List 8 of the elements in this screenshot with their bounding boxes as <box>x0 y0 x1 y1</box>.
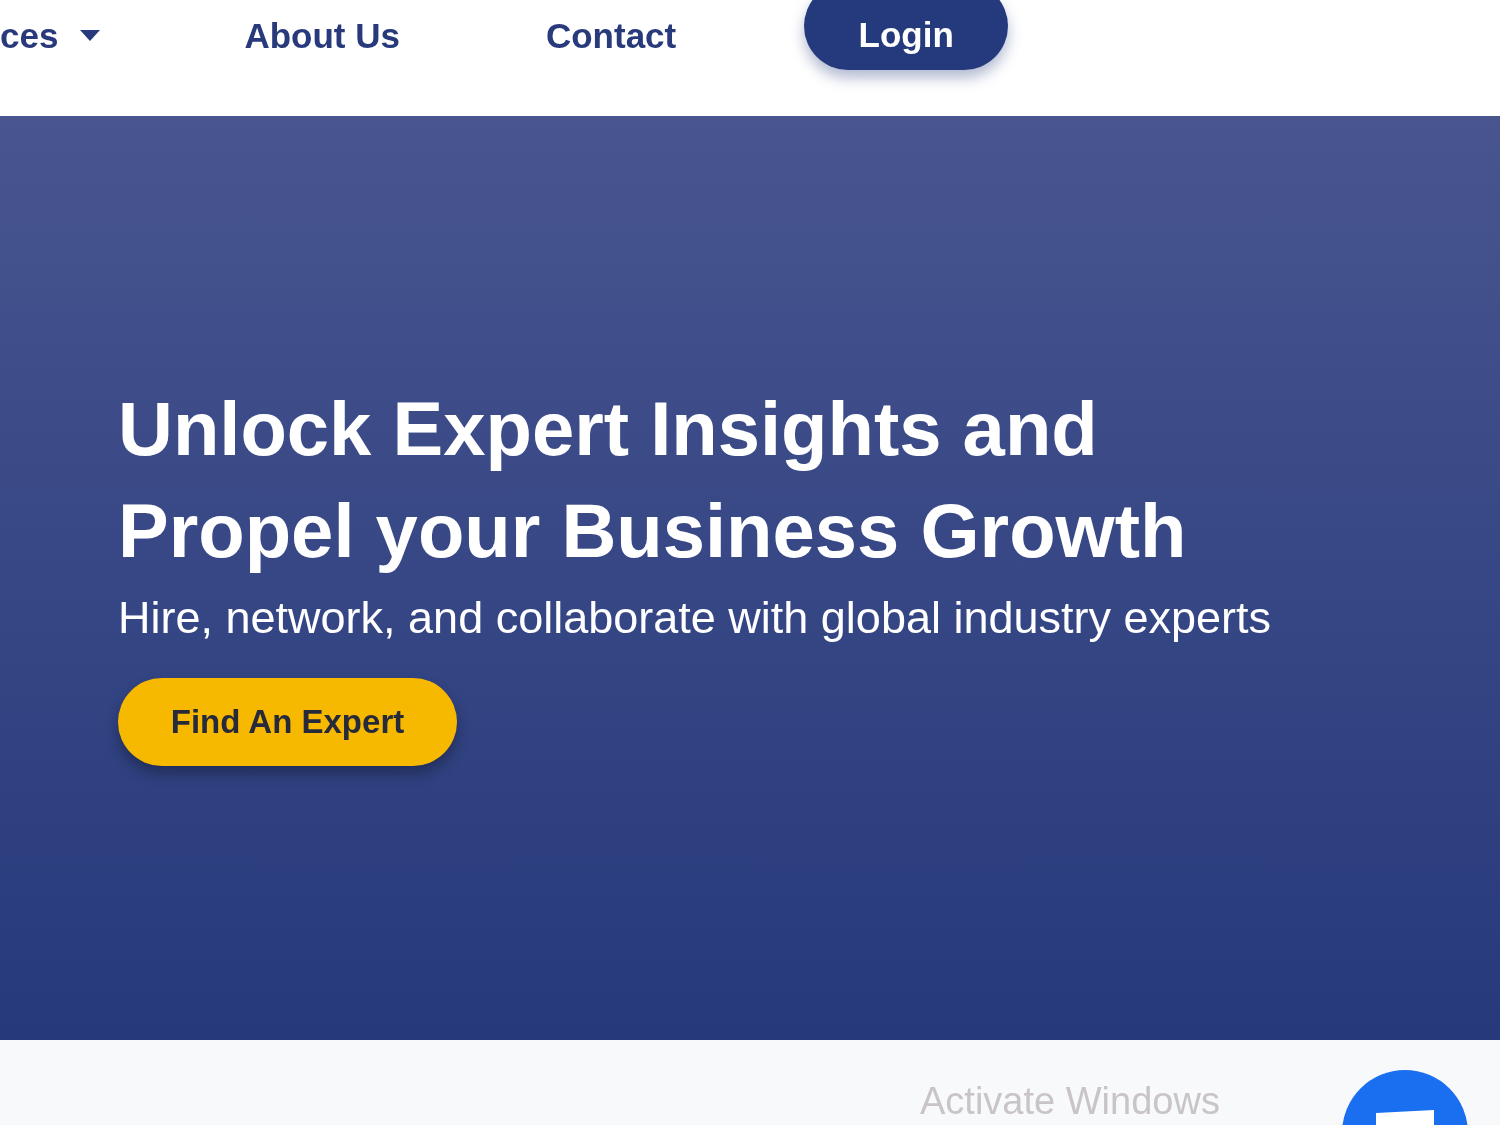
nav-link[interactable]: Contact <box>545 14 677 58</box>
caret-down-icon <box>80 30 101 42</box>
login-button[interactable]: Login <box>804 0 1009 70</box>
nav-link[interactable]: About Us <box>244 14 400 58</box>
nav-link[interactable]: ces <box>0 14 101 58</box>
find-expert-button[interactable]: Find An Expert <box>118 678 457 766</box>
hero-subtitle: Hire, network, and collaborate with global industry experts <box>118 591 1272 645</box>
hero-title: Unlock Expert Insights and Propel your Business Growth <box>118 385 1187 575</box>
